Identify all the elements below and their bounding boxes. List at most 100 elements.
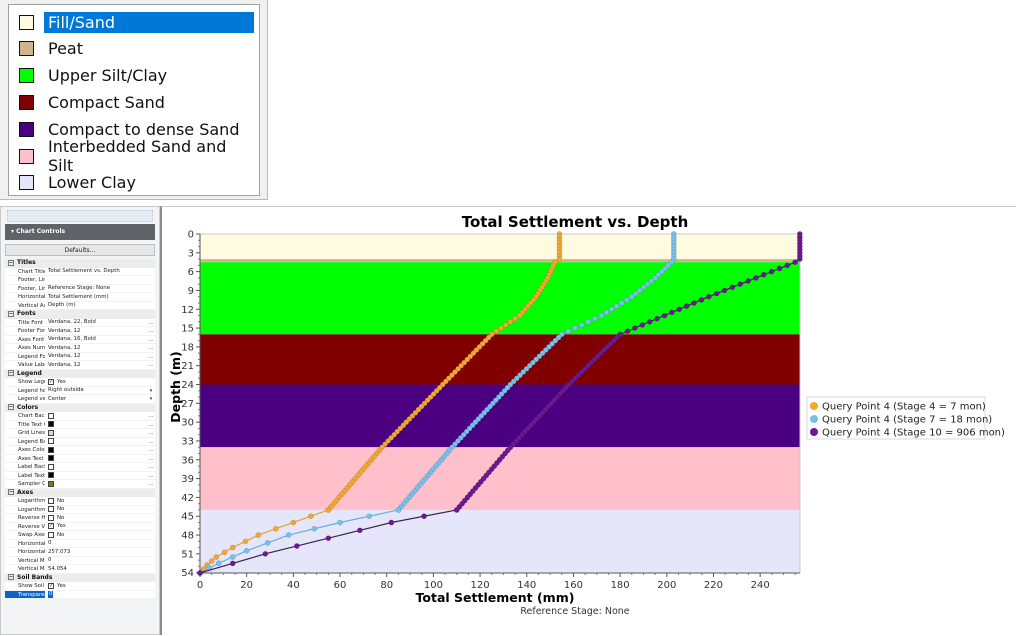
defaults-button[interactable]: Defaults... <box>5 244 155 256</box>
category-fonts[interactable]: − Fonts <box>5 310 155 319</box>
property-value[interactable]: 54.054 <box>45 565 147 573</box>
category-soil-bands[interactable]: − Soil Bands <box>5 573 155 582</box>
checkbox[interactable]: ✓ <box>48 523 54 530</box>
checkbox[interactable] <box>48 506 54 513</box>
soil-legend-item[interactable]: Lower Clay <box>19 170 140 196</box>
property-row[interactable]: Chart Backg...… <box>5 412 155 421</box>
property-row[interactable]: Legend hori...Right outside ▾ <box>5 386 155 395</box>
property-value[interactable]: No <box>45 506 147 514</box>
property-row[interactable]: Label Text ...… <box>5 471 155 480</box>
color-swatch[interactable] <box>48 480 54 487</box>
legend-entry[interactable]: Query Point 4 (Stage 4 = 7 mon) <box>822 402 986 413</box>
ellipsis-button[interactable]: … <box>147 463 155 471</box>
property-value[interactable]: ✓ Yes <box>45 378 147 386</box>
property-value[interactable]: Verdana, 12 <box>45 344 147 352</box>
property-value[interactable]: Verdana, 12 <box>45 353 147 361</box>
color-swatch[interactable] <box>48 446 54 453</box>
property-row[interactable]: Sampler Color… <box>5 480 155 489</box>
property-value[interactable]: Right outside <box>45 387 147 395</box>
property-row[interactable]: Axes Text C...… <box>5 454 155 463</box>
ellipsis-button[interactable]: … <box>147 421 155 429</box>
property-value[interactable]: Depth (m) <box>45 302 147 310</box>
property-row[interactable]: Swap Axes No <box>5 531 155 540</box>
collapse-icon[interactable]: − <box>8 310 14 317</box>
ellipsis-button[interactable]: … <box>147 319 155 327</box>
category-legend[interactable]: − Legend <box>5 369 155 378</box>
property-row[interactable]: Show Legend✓Yes <box>5 378 155 387</box>
property-value[interactable]: 257.073 <box>45 548 147 556</box>
soil-legend-item[interactable]: Compact Sand <box>19 89 169 115</box>
category-colors[interactable]: − Colors <box>5 403 155 412</box>
property-row[interactable]: Grid Lines C...… <box>5 429 155 438</box>
property-value[interactable] <box>45 455 147 463</box>
chart-controls-header[interactable]: ▾ Chart Controls <box>5 224 155 240</box>
property-value[interactable] <box>45 463 147 471</box>
ellipsis-button[interactable]: … <box>147 344 155 352</box>
ellipsis-button[interactable]: … <box>147 353 155 361</box>
collapse-icon[interactable]: − <box>8 574 14 580</box>
checkbox[interactable] <box>48 531 54 538</box>
property-value[interactable]: ✓ Yes <box>45 582 147 590</box>
property-value[interactable]: Center <box>45 395 147 403</box>
property-row[interactable]: Logarithmic ... No <box>5 497 155 506</box>
property-row[interactable]: Footer FontVerdana, 12… <box>5 327 155 336</box>
property-value[interactable]: 0 <box>45 557 147 565</box>
property-value[interactable]: Verdana, 12 <box>45 327 147 335</box>
property-row[interactable]: Horizontal M...257.073 <box>5 548 155 557</box>
property-row[interactable]: Title Font Verdana, 22, Bold… <box>5 318 155 327</box>
property-row[interactable]: Value Labels...Verdana, 12… <box>5 361 155 370</box>
dropdown-arrow-icon[interactable]: ▾ <box>147 395 155 403</box>
soil-legend-item[interactable]: Upper Silt/Clay <box>19 63 171 89</box>
property-value[interactable] <box>45 472 147 480</box>
ellipsis-button[interactable]: … <box>147 429 155 437</box>
property-row[interactable]: Legend vert...Center ▾ <box>5 395 155 404</box>
ellipsis-button[interactable]: … <box>147 438 155 446</box>
property-row[interactable]: Show Soil La...✓Yes <box>5 582 155 591</box>
property-row[interactable]: Axes Color… <box>5 446 155 455</box>
property-value[interactable]: 0 <box>45 540 147 548</box>
property-value[interactable]: No <box>45 497 147 505</box>
property-row[interactable]: Horizontal AxisTotal Settlement (mm) <box>5 293 155 302</box>
property-value[interactable]: Reference Stage: None <box>45 285 147 293</box>
property-value[interactable]: Total Settlement vs. Depth <box>45 268 147 276</box>
property-row[interactable]: Logarithmic ... No <box>5 505 155 514</box>
property-row[interactable]: Axes Numb...Verdana, 12… <box>5 344 155 353</box>
color-swatch[interactable] <box>48 438 54 445</box>
property-value[interactable] <box>45 276 147 284</box>
property-row[interactable]: Footer, Line 1 <box>5 276 155 285</box>
panel-splitter[interactable] <box>7 210 153 222</box>
property-value[interactable]: Total Settlement (mm) <box>45 293 147 301</box>
property-value[interactable] <box>45 480 147 488</box>
property-value[interactable] <box>45 412 147 420</box>
property-row[interactable]: Legend Bac...… <box>5 437 155 446</box>
ellipsis-button[interactable]: … <box>147 472 155 480</box>
property-row[interactable]: Reverse Ver...✓Yes <box>5 522 155 531</box>
property-row[interactable]: Vertical Mini...0 <box>5 556 155 565</box>
legend-entry[interactable]: Query Point 4 (Stage 10 = 906 mon) <box>822 428 1005 439</box>
color-swatch[interactable] <box>48 463 54 470</box>
property-value[interactable]: Verdana, 22, Bold <box>45 319 147 327</box>
color-swatch[interactable] <box>48 421 54 428</box>
ellipsis-button[interactable]: … <box>147 455 155 463</box>
property-value[interactable] <box>45 421 147 429</box>
category-axes[interactable]: − Axes <box>5 488 155 497</box>
property-value[interactable]: Verdana, 12 <box>45 361 147 369</box>
collapse-icon[interactable]: − <box>8 404 14 410</box>
property-value[interactable] <box>45 446 147 454</box>
property-row[interactable]: Reverse Ho... No <box>5 514 155 523</box>
property-row[interactable]: Transparen...0 <box>5 590 155 599</box>
ellipsis-button[interactable]: … <box>147 336 155 344</box>
property-row[interactable]: Title Text C...… <box>5 420 155 429</box>
color-swatch[interactable] <box>48 455 54 462</box>
property-row[interactable]: Vertical AxisDepth (m) <box>5 301 155 310</box>
property-value[interactable]: ✓ Yes <box>45 523 147 531</box>
collapse-icon[interactable]: − <box>8 489 14 495</box>
property-row[interactable]: Label Backg...… <box>5 463 155 472</box>
property-value[interactable] <box>45 429 147 437</box>
property-value[interactable]: No <box>45 514 147 522</box>
color-swatch[interactable] <box>48 429 54 436</box>
color-swatch[interactable] <box>48 472 54 479</box>
collapse-icon[interactable]: − <box>8 259 14 266</box>
checkbox[interactable] <box>48 514 54 521</box>
property-row[interactable]: Vertical Max...54.054 <box>5 565 155 574</box>
